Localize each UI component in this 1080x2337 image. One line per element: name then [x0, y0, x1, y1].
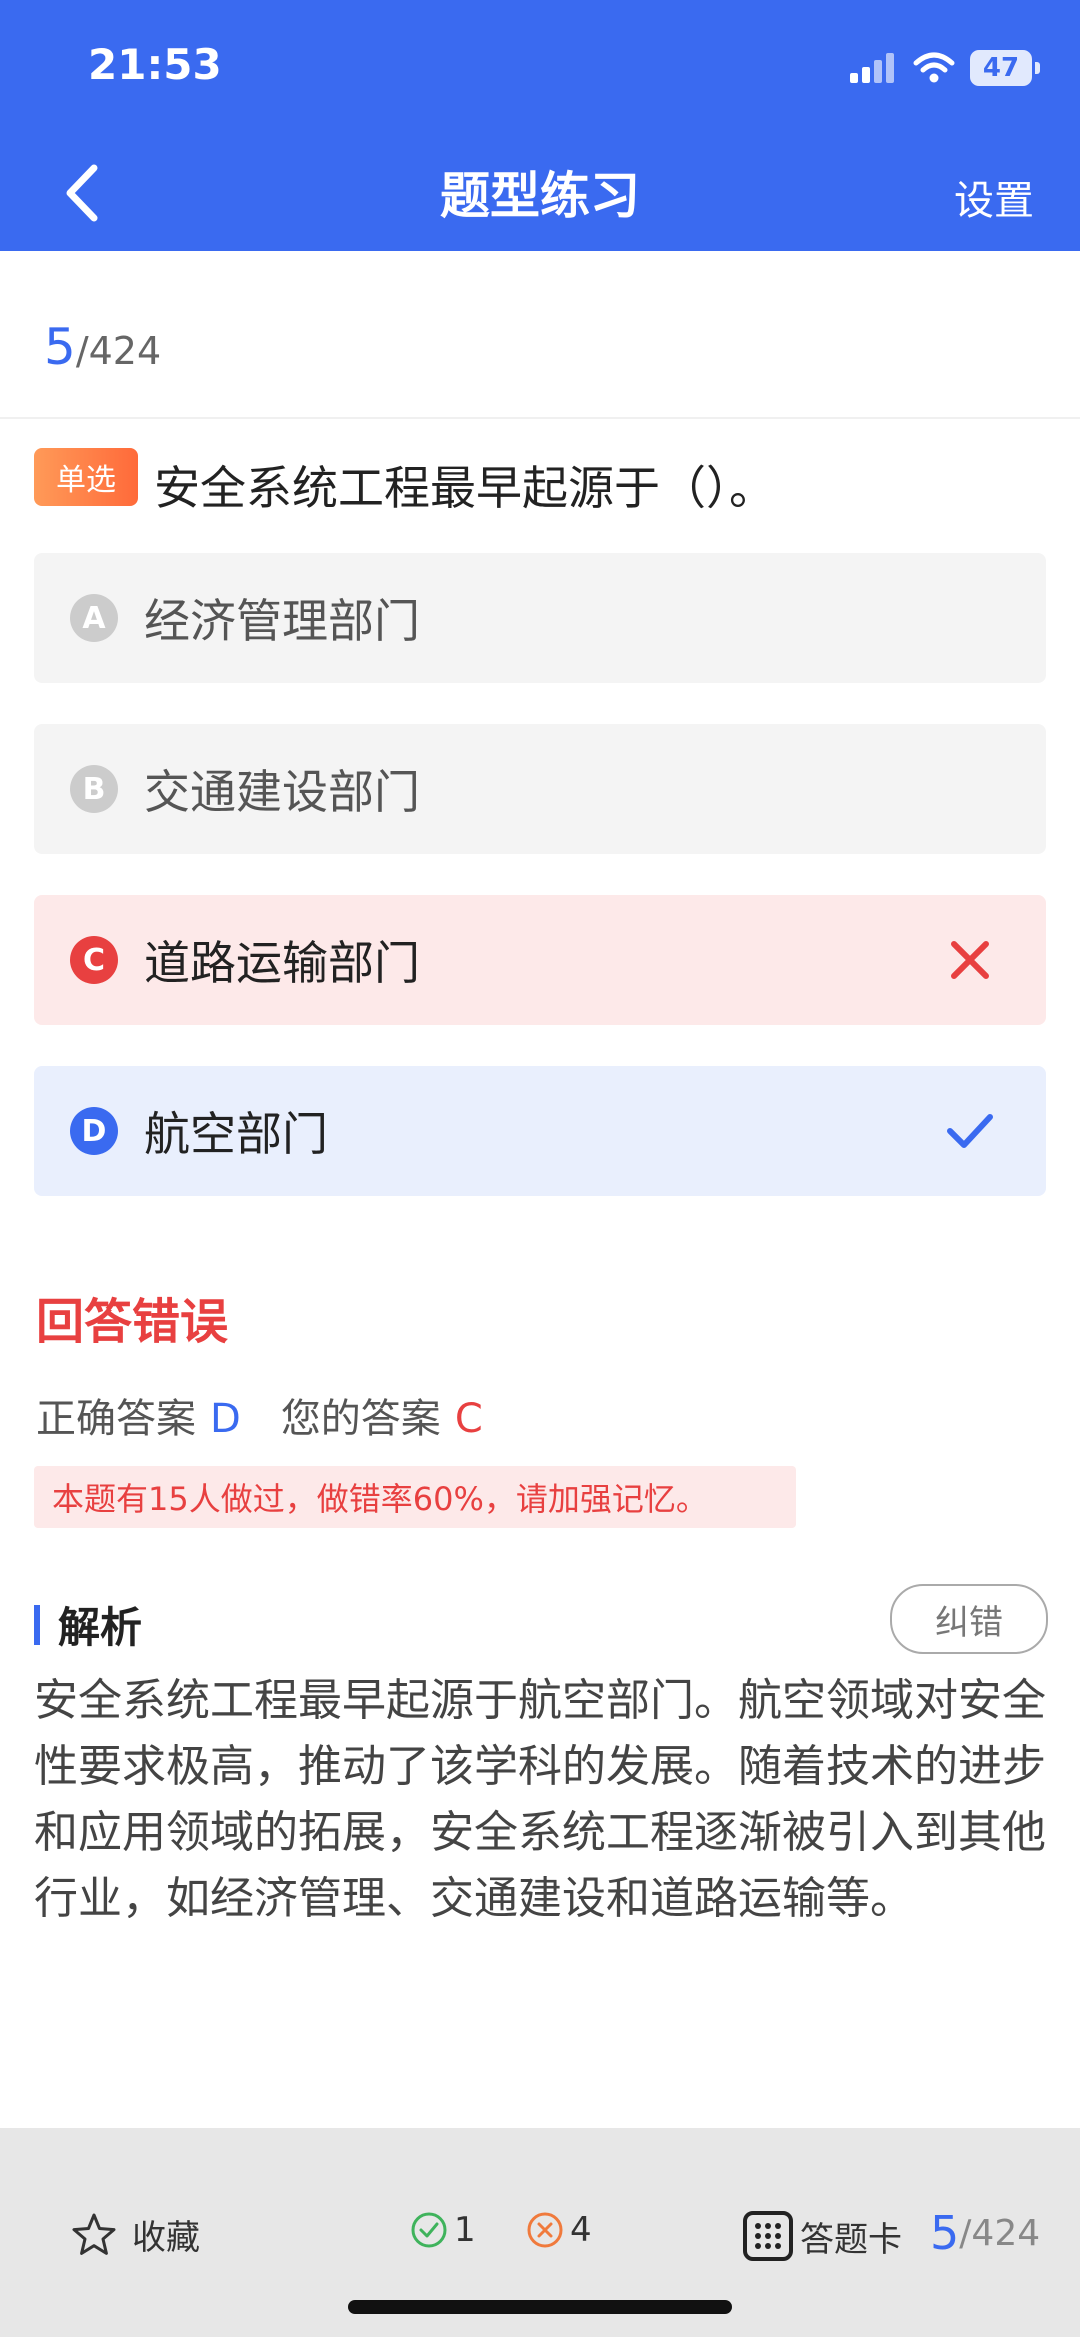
bottom-progress-current: 5 — [930, 2206, 960, 2260]
question-text: 安全系统工程最早起源于（）。 — [154, 461, 775, 515]
option-letter: B — [70, 765, 118, 813]
check-circle-icon — [411, 2212, 447, 2248]
option-a[interactable]: A 经济管理部门 — [34, 553, 1046, 683]
error-rate-notice: 本题有15人做过，做错率60%，请加强记忆。 — [34, 1466, 796, 1528]
correct-answer-label: 正确答案 — [36, 1396, 196, 1442]
option-c[interactable]: C 道路运输部门 — [34, 895, 1046, 1025]
analysis-title: 解析 — [58, 1603, 143, 1652]
option-letter: C — [70, 936, 118, 984]
status-time: 21:53 — [88, 40, 222, 89]
favorite-label: 收藏 — [132, 2218, 200, 2258]
header: 21:53 47 题型练习 设置 — [0, 0, 1080, 251]
option-text: 交通建设部门 — [144, 765, 420, 819]
result-title: 回答错误 — [36, 1294, 229, 1350]
grid-icon — [743, 2211, 793, 2261]
analysis-accent-bar — [34, 1604, 40, 1645]
report-error-button[interactable]: 纠错 — [890, 1584, 1048, 1654]
answer-summary: 正确答案 D 您的答案 C — [36, 1386, 483, 1444]
your-answer-value: C — [454, 1396, 483, 1442]
battery-indicator: 47 — [970, 50, 1040, 86]
bottom-progress: 5/424 — [930, 2206, 1040, 2260]
progress-current: 5 — [44, 318, 76, 376]
wifi-icon — [913, 52, 955, 83]
star-icon — [72, 2213, 116, 2255]
option-text: 经济管理部门 — [144, 594, 420, 648]
signal-icon — [850, 53, 894, 83]
divider — [0, 417, 1080, 419]
analysis-header: 解析 — [34, 1594, 142, 1655]
option-letter: A — [70, 594, 118, 642]
wrong-count-value: 4 — [570, 2210, 592, 2250]
progress-total: /424 — [75, 329, 162, 373]
correct-count-value: 1 — [454, 2210, 476, 2250]
your-answer-label: 您的答案 — [280, 1396, 441, 1442]
analysis-text: 安全系统工程最早起源于航空部门。航空领域对安全性要求极高，推动了该学科的发展。随… — [34, 1675, 1046, 1924]
option-letter: D — [70, 1107, 118, 1155]
status-icons: 47 — [850, 46, 1040, 90]
question-progress: 5/424 — [44, 318, 161, 376]
page-title: 题型练习 — [440, 167, 640, 225]
cross-circle-icon — [527, 2212, 563, 2248]
correct-check-icon — [947, 1114, 993, 1148]
wrong-count: 4 — [526, 2210, 592, 2250]
answer-card-label: 答题卡 — [800, 2219, 902, 2260]
option-b[interactable]: B 交通建设部门 — [34, 724, 1046, 854]
favorite-button[interactable]: 收藏 — [70, 2210, 200, 2259]
option-d[interactable]: D 航空部门 — [34, 1066, 1046, 1196]
wrong-cross-icon — [951, 941, 989, 979]
correct-count: 1 — [410, 2210, 476, 2250]
option-text: 道路运输部门 — [144, 936, 420, 990]
question-type-badge: 单选 — [34, 448, 138, 506]
settings-button[interactable]: 设置 — [954, 168, 1034, 226]
option-text: 航空部门 — [144, 1107, 328, 1161]
answer-card-button[interactable]: 答题卡 — [742, 2210, 902, 2262]
correct-answer-value: D — [210, 1396, 241, 1442]
bottom-progress-total: /424 — [959, 2212, 1041, 2254]
home-indicator[interactable] — [348, 2300, 732, 2314]
